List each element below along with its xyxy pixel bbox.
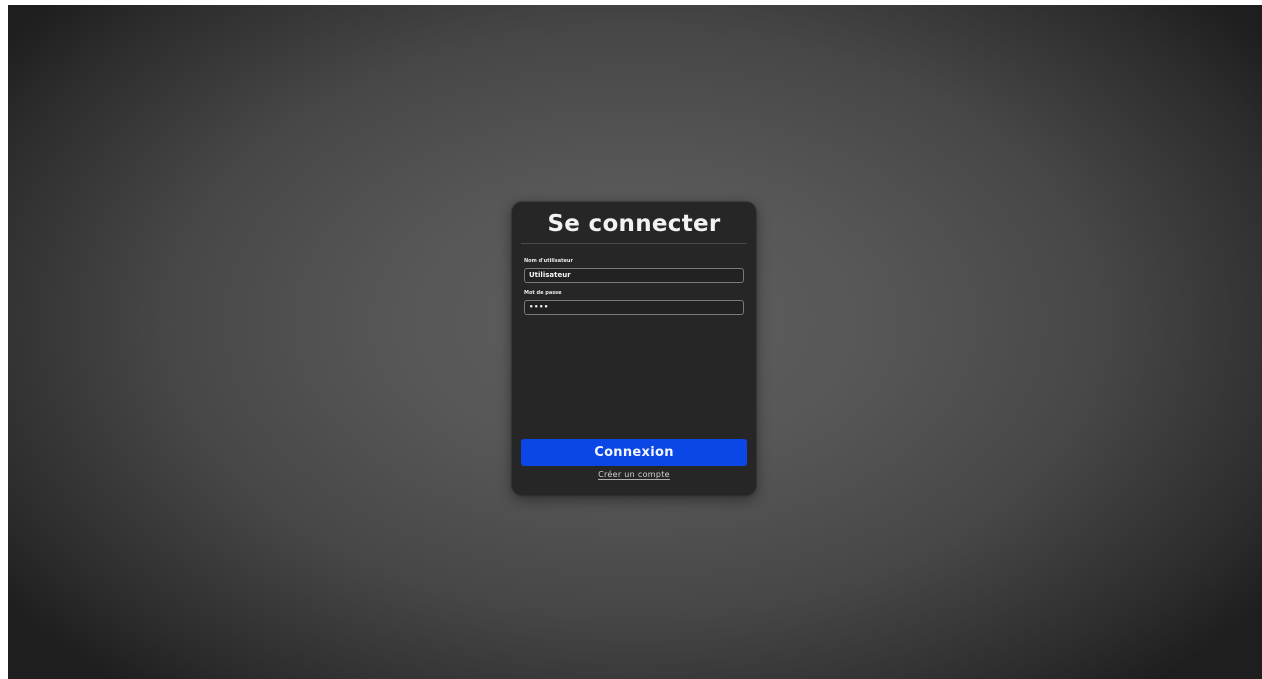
username-field[interactable]: Utilisateur: [524, 268, 744, 283]
username-label: Nom d'utilisateur: [524, 258, 573, 264]
create-account-link[interactable]: Créer un compte: [598, 470, 670, 480]
login-card: Se connecter Nom d'utilisateur Utilisate…: [512, 202, 756, 495]
page-background: Se connecter Nom d'utilisateur Utilisate…: [8, 5, 1262, 679]
title-divider: [521, 243, 747, 244]
login-button[interactable]: Connexion: [521, 439, 747, 466]
password-value: ••••: [529, 303, 549, 311]
password-label: Mot de passe: [524, 290, 562, 296]
password-field[interactable]: ••••: [524, 300, 744, 315]
username-value: Utilisateur: [529, 271, 571, 279]
page-title: Se connecter: [547, 211, 721, 237]
signup-link-container: Créer un compte: [512, 470, 756, 480]
